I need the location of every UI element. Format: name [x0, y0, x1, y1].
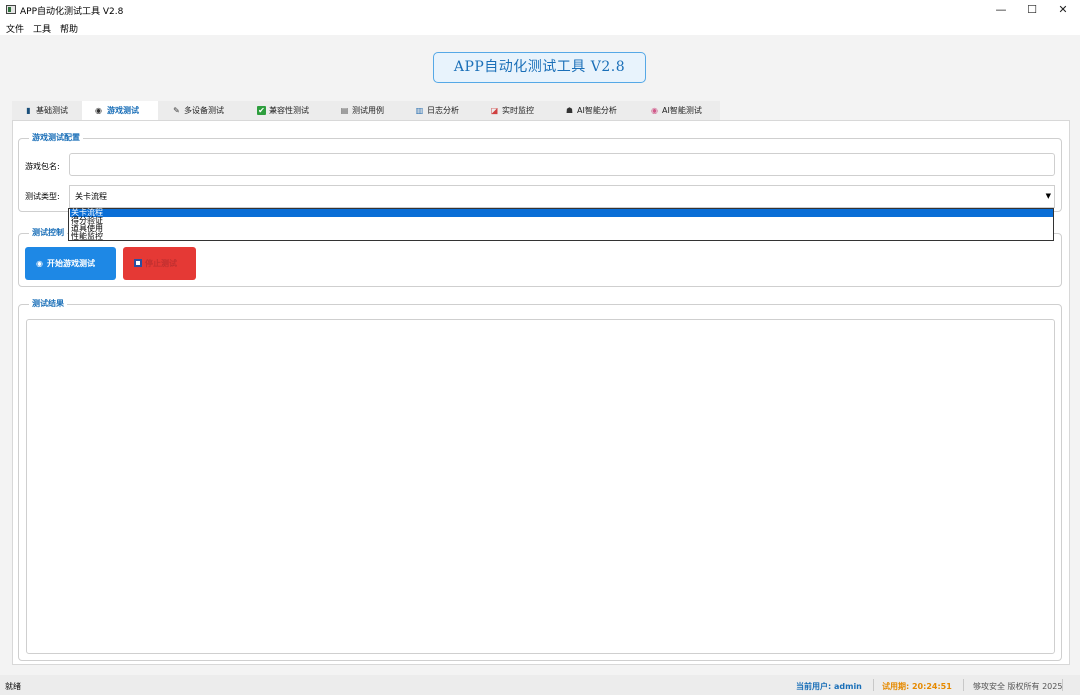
minimize-button[interactable]: —: [986, 0, 1016, 20]
tab-label: 测试用例: [352, 106, 384, 115]
app-banner-title: APP自动化测试工具 V2.8: [433, 52, 646, 83]
game-test-panel: 游戏测试配置 测试控制 测试结果 游戏包名: 测试类型: 关卡流程 ▼ ◉ 开始游…: [12, 120, 1070, 665]
start-button-label: 开始游戏测试: [47, 259, 95, 268]
close-button[interactable]: ✕: [1048, 0, 1078, 20]
option-item-use[interactable]: 道具使用: [70, 225, 1053, 233]
tab-test-cases[interactable]: ▤ 测试用例: [340, 101, 400, 120]
tab-multi-device-test[interactable]: ✎ 多设备测试: [172, 101, 242, 120]
app-icon: [6, 5, 16, 14]
test-type-dropdown-list[interactable]: 关卡流程 得分验证 道具使用 性能监控: [68, 208, 1054, 241]
status-copyright: 够攻安全 版权所有 2025: [973, 682, 1063, 691]
results-group-title: 测试结果: [29, 298, 67, 309]
test-type-label: 测试类型:: [25, 192, 60, 201]
tab-label: AI智能分析: [577, 106, 617, 115]
status-trial-timer: 试用期: 20:24:51: [882, 682, 952, 691]
config-group-title: 游戏测试配置: [29, 132, 83, 143]
test-type-value: 关卡流程: [75, 192, 107, 201]
window-title: APP自动化测试工具 V2.8: [20, 7, 124, 17]
chart-icon: ▥: [415, 106, 424, 115]
menu-help[interactable]: 帮助: [60, 22, 78, 35]
option-perf-monitor[interactable]: 性能监控: [70, 233, 1053, 241]
status-divider: [963, 679, 964, 691]
status-ready: 就绪: [5, 682, 21, 691]
gamepad-icon: ◉: [95, 106, 102, 115]
tab-label: 日志分析: [427, 106, 459, 115]
status-current-user: 当前用户: admin: [796, 682, 862, 691]
tab-basic-test[interactable]: ▮ 基础测试: [24, 101, 84, 120]
robot-icon: ☗: [565, 106, 574, 115]
tab-compatibility-test[interactable]: ✔ 兼容性测试: [257, 101, 327, 120]
tab-realtime-monitor[interactable]: ◪ 实时监控: [490, 101, 550, 120]
tab-label: 多设备测试: [184, 106, 224, 115]
package-label: 游戏包名:: [25, 162, 60, 171]
test-type-select[interactable]: 关卡流程 ▼: [69, 185, 1055, 208]
status-divider: [1062, 679, 1063, 691]
tab-game-test[interactable]: ◉ 游戏测试: [82, 101, 158, 120]
package-input[interactable]: [69, 153, 1055, 176]
tab-label: AI智能测试: [662, 106, 702, 115]
title-bar: APP自动化测试工具 V2.8 — ☐ ✕: [0, 0, 1080, 20]
option-score-verify[interactable]: 得分验证: [70, 217, 1053, 225]
stop-test-button[interactable]: 停止测试: [123, 247, 196, 280]
check-icon: ✔: [257, 106, 266, 115]
tab-label: 兼容性测试: [269, 106, 309, 115]
tab-log-analysis[interactable]: ▥ 日志分析: [415, 101, 475, 120]
gamepad-icon: ◉: [36, 259, 43, 268]
tab-ai-test[interactable]: ◉ AI智能测试: [650, 101, 720, 120]
stop-button-label: 停止测试: [145, 259, 177, 268]
tab-ai-analysis[interactable]: ☗ AI智能分析: [565, 101, 635, 120]
tab-bar: ▮ 基础测试 ◉ 游戏测试 ✎ 多设备测试 ✔ 兼容性测试 ▤ 测试用例 ▥ 日…: [12, 101, 720, 120]
stop-icon: [134, 247, 145, 280]
start-game-test-button[interactable]: ◉ 开始游戏测试: [25, 247, 116, 280]
tab-label: 实时监控: [502, 106, 534, 115]
option-level-flow[interactable]: 关卡流程: [70, 209, 1053, 217]
results-textarea[interactable]: [26, 319, 1055, 654]
menu-tools[interactable]: 工具: [33, 22, 51, 35]
phone-icon: ▮: [26, 106, 31, 115]
brain-icon: ◉: [651, 106, 658, 115]
control-group-title: 测试控制: [29, 227, 67, 238]
tab-label: 基础测试: [36, 106, 68, 115]
chevron-down-icon[interactable]: ▼: [1046, 186, 1051, 207]
clipboard-icon: ▤: [340, 106, 349, 115]
tab-label: 游戏测试: [107, 106, 139, 115]
maximize-button[interactable]: ☐: [1017, 0, 1047, 20]
menu-file[interactable]: 文件: [6, 22, 24, 35]
status-divider: [873, 679, 874, 691]
status-bar: 就绪 当前用户: admin 试用期: 20:24:51 够攻安全 版权所有 2…: [0, 675, 1080, 695]
pencil-icon: ✎: [173, 106, 180, 115]
trend-icon: ◪: [490, 106, 499, 115]
menu-bar: 文件 工具 帮助: [0, 20, 1080, 35]
